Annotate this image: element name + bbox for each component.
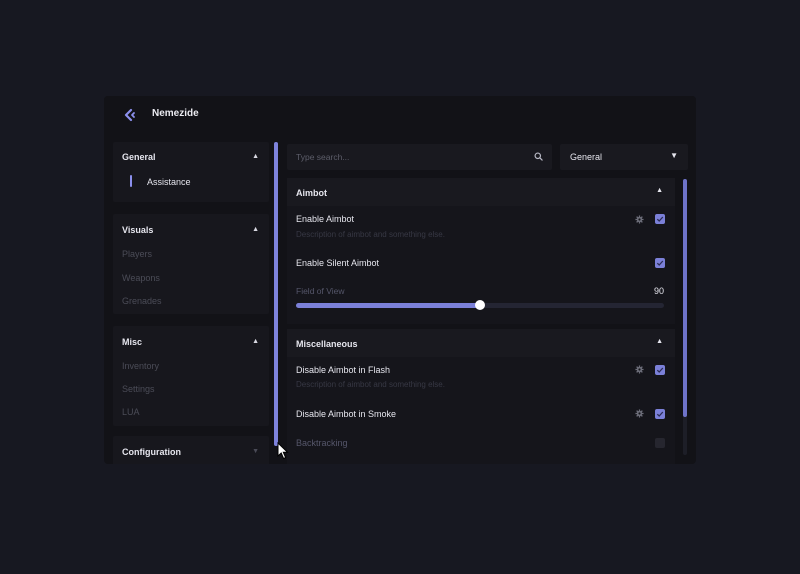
caret-up-icon[interactable]: ▲ [252, 338, 259, 345]
fov-slider[interactable] [296, 300, 664, 310]
slider-label: Field of View [296, 286, 345, 296]
check-icon [656, 216, 664, 222]
check-icon [656, 367, 664, 373]
sidebar: General ▲ Assistance Visuals ▲ Players W… [113, 142, 273, 464]
sidebar-item-grenades[interactable]: Grenades [122, 296, 162, 306]
section-header-aimbot[interactable]: Aimbot ▲ [287, 178, 675, 206]
check-icon [656, 411, 664, 417]
search-input[interactable]: Type search... [287, 144, 552, 170]
checkbox-enable-aimbot[interactable] [655, 214, 665, 224]
section-body-miscellaneous: Disable Aimbot in Flash Description of a… [287, 357, 675, 464]
slider-fill [296, 303, 480, 308]
sidebar-group-title[interactable]: General [122, 152, 156, 162]
sidebar-group-general: General ▲ Assistance [113, 142, 269, 202]
option-label: Enable Aimbot [296, 214, 355, 224]
gear-icon[interactable] [635, 409, 644, 418]
check-icon [656, 260, 664, 266]
active-indicator [130, 175, 132, 187]
sidebar-group-title[interactable]: Configuration [122, 447, 181, 457]
checkbox-backtracking[interactable] [655, 438, 665, 448]
checkbox-enable-silent-aimbot[interactable] [655, 258, 665, 268]
option-description: Description of aimbot and something else… [296, 230, 445, 239]
search-icon[interactable] [534, 152, 543, 161]
sidebar-item-inventory[interactable]: Inventory [122, 361, 159, 371]
slider-handle[interactable] [475, 300, 485, 310]
mouse-cursor-icon [277, 442, 289, 460]
sidebar-item-players[interactable]: Players [122, 249, 152, 259]
caret-up-icon[interactable]: ▲ [656, 338, 663, 345]
checkbox-disable-aimbot-flash[interactable] [655, 365, 665, 375]
slider-value: 90 [653, 286, 664, 296]
gear-icon[interactable] [635, 365, 644, 374]
section-header-miscellaneous[interactable]: Miscellaneous ▲ [287, 329, 675, 357]
options-panel: Aimbot ▲ Enable Aimbot Description of ai… [287, 178, 679, 464]
section-title: Aimbot [296, 188, 327, 198]
section-title: Miscellaneous [296, 339, 358, 349]
caret-down-icon: ▼ [670, 151, 678, 160]
gear-icon[interactable] [635, 215, 644, 224]
dropdown-value: General [570, 152, 603, 162]
option-label: Enable Silent Aimbot [296, 258, 380, 268]
option-label: Disable Aimbot in Smoke [296, 409, 397, 419]
caret-up-icon[interactable]: ▲ [252, 153, 259, 160]
option-label: Disable Aimbot in Flash [296, 365, 391, 375]
search-placeholder: Type search... [296, 152, 350, 162]
content-scrollbar-thumb[interactable] [683, 179, 687, 417]
window-header: Nemezide [104, 96, 696, 134]
category-dropdown[interactable]: General ▼ [560, 144, 688, 170]
chevron-left-logo-icon[interactable] [122, 107, 138, 123]
sidebar-group-configuration: Configuration ▼ [113, 436, 269, 464]
sidebar-item-settings[interactable]: Settings [122, 384, 155, 394]
option-label: Backtracking [296, 438, 348, 448]
sidebar-group-misc: Misc ▲ Inventory Settings LUA [113, 326, 269, 426]
caret-down-icon[interactable]: ▼ [252, 448, 259, 455]
section-body-aimbot: Enable Aimbot Description of aimbot and … [287, 206, 675, 324]
sidebar-item-lua[interactable]: LUA [122, 407, 140, 417]
sidebar-group-title[interactable]: Visuals [122, 225, 153, 235]
sidebar-item-weapons[interactable]: Weapons [122, 273, 160, 283]
option-description: Description of aimbot and something else… [296, 380, 445, 389]
caret-up-icon[interactable]: ▲ [656, 187, 663, 194]
sidebar-group-visuals: Visuals ▲ Players Weapons Grenades [113, 214, 269, 314]
app-window: Nemezide General ▲ Assistance Visuals ▲ … [104, 96, 696, 464]
sidebar-scrollbar-thumb[interactable] [274, 142, 278, 446]
sidebar-item-assistance[interactable]: Assistance [147, 177, 191, 187]
sidebar-group-title[interactable]: Misc [122, 337, 142, 347]
checkbox-disable-aimbot-smoke[interactable] [655, 409, 665, 419]
caret-up-icon[interactable]: ▲ [252, 226, 259, 233]
app-title: Nemezide [152, 108, 199, 119]
